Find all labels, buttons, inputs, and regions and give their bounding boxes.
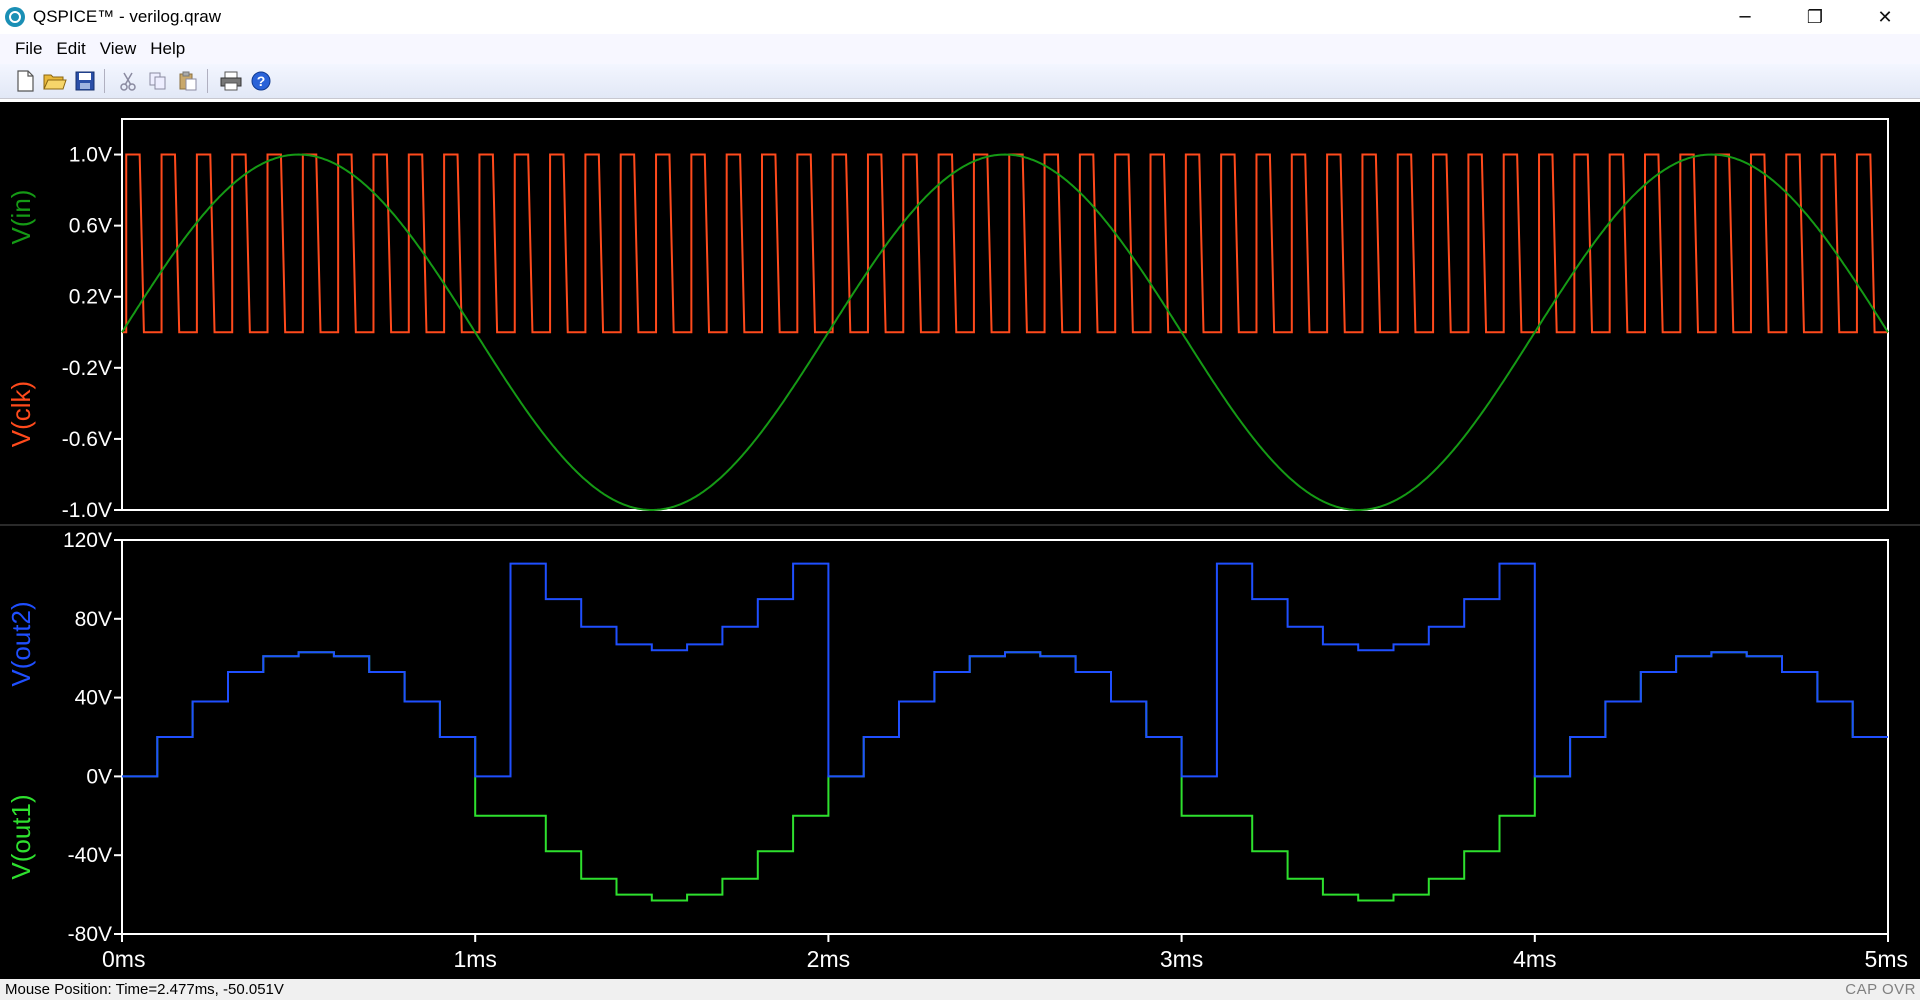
new-file-icon[interactable] [12, 68, 38, 94]
waveform-plots[interactable]: 1.0V 0.6V 0.2V -0.2V -0.6V -1.0V 120V 80V 40V 0V -… [0, 102, 1920, 979]
svg-text:?: ? [257, 73, 266, 89]
y-tick-label: 0.6V [69, 215, 112, 238]
menu-edit[interactable]: Edit [49, 39, 92, 59]
x-tick-label: 2ms [807, 946, 850, 972]
close-button[interactable]: ✕ [1850, 0, 1920, 34]
x-tick-label: 5ms [1865, 946, 1908, 972]
trace-v-clk [122, 153, 1888, 334]
mouse-position-readout: Mouse Position: Time=2.477ms, -50.051V [5, 981, 284, 998]
y-tick-label: 40V [75, 687, 112, 710]
y-tick-label: -0.6V [62, 428, 112, 451]
y-tick-label: -80V [68, 923, 112, 946]
window-controls: ─ ❐ ✕ [1710, 0, 1920, 34]
save-icon[interactable] [72, 68, 98, 94]
ylabel-v-out1: V(out1) [6, 794, 36, 879]
trace-v-out2 [122, 562, 1888, 778]
help-icon[interactable]: ? [248, 68, 274, 94]
minimize-button[interactable]: ─ [1710, 0, 1780, 34]
x-tick-label: 4ms [1513, 946, 1556, 972]
y-tick-label: 0.2V [69, 286, 112, 309]
menu-view[interactable]: View [93, 39, 144, 59]
print-icon[interactable] [218, 68, 244, 94]
restore-button[interactable]: ❐ [1780, 0, 1850, 34]
cut-icon[interactable] [115, 68, 141, 94]
open-folder-icon[interactable] [42, 68, 68, 94]
menu-help[interactable]: Help [143, 39, 192, 59]
toolbar-separator [207, 69, 208, 93]
ylabel-v-in: V(in) [6, 190, 36, 245]
title-bar: QSPICE™ - verilog.qraw ─ ❐ ✕ [0, 0, 1920, 34]
status-bar: Mouse Position: Time=2.477ms, -50.051V C… [0, 979, 1920, 1000]
y-tick-label: -40V [68, 844, 112, 867]
qspice-app-icon [5, 7, 25, 27]
y-tick-label: 120V [63, 529, 112, 552]
toolbar-separator [104, 69, 105, 93]
y-tick-label: -0.2V [62, 357, 112, 380]
y-tick-label: 0V [86, 765, 112, 788]
waveform-viewer[interactable]: 1.0V 0.6V 0.2V -0.2V -0.6V -1.0V 120V 80V 40V 0V -… [0, 102, 1920, 979]
paste-icon[interactable] [175, 68, 201, 94]
ylabel-v-out2: V(out2) [6, 601, 36, 686]
ylabel-v-clk: V(clk) [6, 381, 36, 447]
window-title: QSPICE™ - verilog.qraw [33, 7, 221, 26]
y-tick-label: 80V [75, 608, 112, 631]
y-tick-label: 1.0V [69, 144, 112, 167]
x-tick-label: 1ms [453, 946, 496, 972]
plot-frame-2 [121, 539, 1889, 935]
x-tick-label: 3ms [1160, 946, 1203, 972]
menu-file[interactable]: File [8, 39, 49, 59]
copy-icon[interactable] [145, 68, 171, 94]
trace-v-out1 [122, 651, 1888, 902]
toolbar: ? [0, 64, 1920, 99]
y-tick-label: -1.0V [62, 499, 112, 522]
keyboard-indicators: CAP OVR [1845, 981, 1916, 998]
x-tick-label: 0ms [102, 946, 145, 972]
menu-bar: File Edit View Help [0, 34, 1920, 64]
